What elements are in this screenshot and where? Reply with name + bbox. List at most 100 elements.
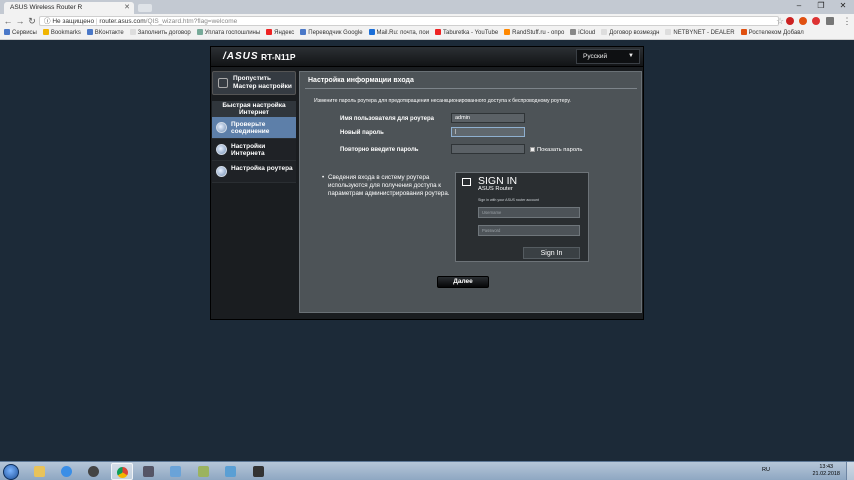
- divider: [305, 88, 637, 89]
- taskbar-photos-icon[interactable]: [220, 463, 242, 480]
- username-label: Имя пользователя для роутера: [340, 116, 434, 122]
- bookmark-item[interactable]: RandStuff.ru - опро: [504, 28, 564, 39]
- confirm-password-field[interactable]: [451, 144, 525, 154]
- tab-bar: ASUS Wireless Router R ✕ – ❐ ✕: [0, 0, 854, 14]
- new-password-field[interactable]: [451, 127, 525, 137]
- bookmark-item[interactable]: Яндекс: [266, 28, 294, 39]
- taskbar-folder-icon[interactable]: [193, 463, 215, 480]
- taskbar-ie-icon[interactable]: [56, 463, 78, 480]
- taskbar-app-icon[interactable]: [138, 463, 160, 480]
- router-setup-window: /ASUS RT-N11P Русский ▼ Пропустить Масте…: [210, 46, 644, 320]
- address-bar[interactable]: ⓘ Не защищено | router.asus.com/QIS_wiza…: [39, 16, 779, 26]
- globe-icon: [216, 122, 227, 133]
- opera-icon[interactable]: [812, 17, 820, 25]
- page-icon: [129, 29, 136, 35]
- login-info-text: Сведения входа в систему роутера использ…: [322, 174, 452, 198]
- clock-time: 13:43: [819, 464, 834, 470]
- close-window-icon[interactable]: ✕: [832, 0, 854, 12]
- star-icon[interactable]: ☆: [774, 15, 786, 27]
- browser-tab[interactable]: ASUS Wireless Router R ✕: [4, 2, 134, 14]
- close-tab-icon[interactable]: ✕: [124, 3, 130, 11]
- taskbar: RU 13:43 21.02.2018: [0, 461, 854, 480]
- signin-username-placeholder: Username: [478, 207, 580, 218]
- bookmark-item[interactable]: Договор возмездн: [601, 28, 659, 39]
- bookmark-item[interactable]: Заполнить договор: [129, 28, 191, 39]
- panel-title: Настройка информации входа: [308, 77, 414, 84]
- step-label: Настройки Интернета: [231, 143, 266, 157]
- skip-wizard-label: Пропустить Мастер настройки: [233, 75, 292, 90]
- show-desktop-button[interactable]: [846, 462, 854, 480]
- tab-title: ASUS Wireless Router R: [10, 4, 83, 11]
- media-player-icon: [88, 466, 99, 477]
- bookmarks-bar: Сервисы Bookmarks ВКонтакте Заполнить до…: [0, 28, 854, 40]
- info-icon[interactable]: ⓘ: [44, 18, 51, 25]
- bookmark-item[interactable]: NETBYNET - DEALER: [665, 28, 735, 39]
- menu-icon[interactable]: ⋮: [841, 15, 853, 27]
- clock-date: 21.02.2018: [812, 471, 840, 477]
- username-field[interactable]: [451, 113, 525, 123]
- confirm-password-label: Повторно введите пароль: [340, 147, 419, 153]
- skip-icon: [218, 78, 228, 88]
- bookmark-item[interactable]: Bookmarks: [42, 28, 81, 39]
- folder-icon: [198, 466, 209, 477]
- step-internet-settings[interactable]: Настройки Интернета: [212, 139, 296, 161]
- chevron-down-icon: ▼: [628, 53, 634, 59]
- taskbar-device-icon[interactable]: [248, 463, 270, 480]
- folder-icon: [34, 466, 45, 477]
- show-password-checkbox[interactable]: Показать пароль: [530, 147, 582, 153]
- skip-wizard-button[interactable]: Пропустить Мастер настройки: [212, 71, 296, 95]
- image-viewer-icon: [170, 466, 181, 477]
- bookmark-item[interactable]: Сервисы: [4, 28, 37, 39]
- minimize-icon[interactable]: –: [788, 0, 810, 12]
- reload-icon[interactable]: ↻: [26, 15, 38, 27]
- globe-icon: [216, 144, 227, 155]
- panel-description: Измените пароль роутера для предотвращен…: [314, 98, 571, 104]
- language-value: Русский: [583, 53, 608, 60]
- bookmark-item[interactable]: Taburetka - YouTube: [435, 28, 498, 39]
- forward-arrow-icon[interactable]: →: [14, 15, 26, 27]
- photos-icon: [225, 466, 236, 477]
- system-tray: RU 13:43 21.02.2018: [744, 462, 854, 480]
- language-select[interactable]: Русский ▼: [576, 49, 640, 64]
- taskbar-media-icon[interactable]: [83, 463, 105, 480]
- asus-logo: /ASUS: [223, 51, 259, 62]
- step-router-settings[interactable]: Настройка роутера: [212, 161, 296, 183]
- bookmark-item[interactable]: ВКонтакте: [86, 28, 124, 39]
- bookmark-item[interactable]: Ростелеком Добавл: [740, 28, 804, 39]
- bookmark-item[interactable]: Mail.Ru: почта, пои: [368, 28, 429, 39]
- tray-language[interactable]: RU: [762, 467, 770, 473]
- router-model: RT-N11P: [261, 52, 296, 62]
- bookmark-item[interactable]: Переводчик Google: [300, 28, 363, 39]
- checkbox-icon[interactable]: [530, 147, 535, 152]
- extension-orange-icon[interactable]: [799, 17, 807, 25]
- start-button[interactable]: [3, 464, 19, 480]
- taskbar-explorer-icon[interactable]: [29, 463, 51, 480]
- browser-toolbar: ← → ↻ ⓘ Не защищено | router.asus.com/QI…: [0, 14, 854, 28]
- app-icon: [143, 466, 154, 477]
- apple-icon: [570, 29, 577, 35]
- star-icon: [42, 29, 49, 35]
- extension-red-icon[interactable]: [786, 17, 794, 25]
- taskbar-chrome-icon[interactable]: [111, 463, 133, 480]
- translate-icon: [300, 29, 307, 35]
- signin-subtitle: ASUS Router: [478, 186, 513, 192]
- bookmark-item[interactable]: Уплата госпошлины: [196, 28, 260, 39]
- quick-setup-heading: Быстрая настройка Интернет: [212, 101, 296, 117]
- taskbar-image-icon[interactable]: [165, 463, 187, 480]
- signin-preview: SIGN IN ASUS Router Sign in with your AS…: [455, 172, 589, 262]
- clock[interactable]: 13:43 21.02.2018: [812, 464, 840, 478]
- ie-icon: [61, 466, 72, 477]
- maximize-icon[interactable]: ❐: [810, 0, 832, 12]
- next-button[interactable]: Далее: [437, 276, 489, 288]
- page-icon: [665, 29, 672, 35]
- signin-description: Sign in with your ASUS router account: [478, 198, 539, 202]
- bookmark-item[interactable]: iCloud: [570, 28, 595, 39]
- back-arrow-icon[interactable]: ←: [2, 15, 14, 27]
- extension-gray-icon[interactable]: [826, 17, 834, 25]
- signin-password-placeholder: Password: [478, 225, 580, 236]
- login-settings-panel: Настройка информации входа Измените паро…: [299, 71, 642, 313]
- mail-icon: [368, 29, 375, 35]
- new-tab-button[interactable]: [138, 4, 152, 12]
- step-check-connection[interactable]: Проверьте соединение: [212, 117, 296, 139]
- step-label: Настройка роутера: [231, 165, 293, 172]
